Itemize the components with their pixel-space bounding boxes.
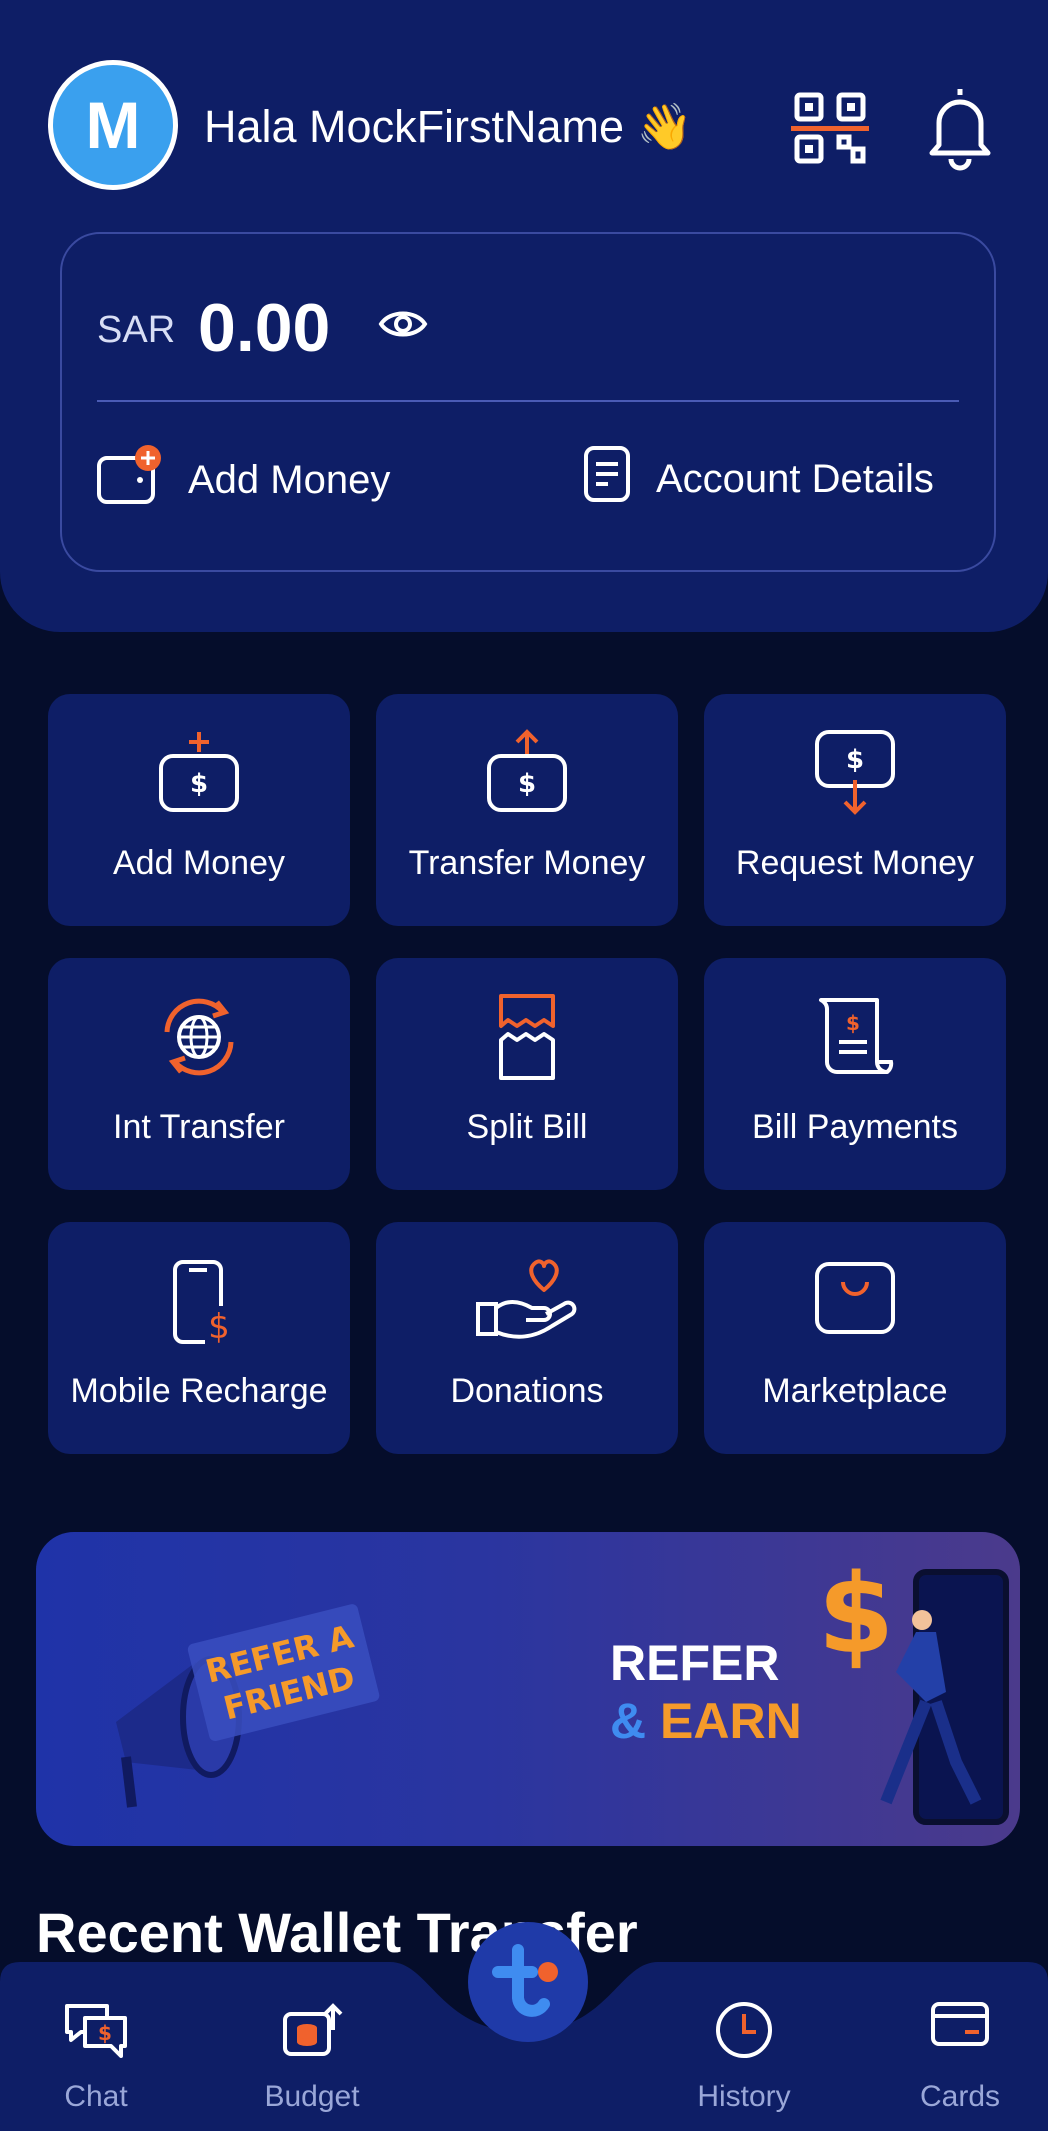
tile-label: Transfer Money bbox=[408, 844, 646, 882]
nav-label: Chat bbox=[64, 2080, 128, 2113]
svg-text:$: $ bbox=[846, 1011, 860, 1035]
bell-icon[interactable] bbox=[920, 82, 1000, 172]
tile-marketplace[interactable]: Marketplace bbox=[704, 1222, 1006, 1454]
card-divider bbox=[97, 400, 959, 402]
chat-icon: $ bbox=[16, 2000, 176, 2064]
tile-label: Add Money bbox=[113, 844, 285, 882]
megaphone-icon: REFER A FRIEND bbox=[116, 1604, 380, 1808]
tile-label: Mobile Recharge bbox=[70, 1372, 328, 1410]
tile-label: Int Transfer bbox=[113, 1108, 285, 1146]
svg-text:$: $ bbox=[518, 769, 536, 799]
tile-split-bill[interactable]: Split Bill bbox=[376, 958, 678, 1190]
phone-man-illustration: $ bbox=[818, 1552, 1009, 1825]
budget-icon bbox=[232, 2000, 392, 2060]
nav-item-history[interactable]: History bbox=[664, 1962, 824, 2131]
nav-label: Budget bbox=[264, 2080, 360, 2113]
document-icon bbox=[582, 444, 632, 514]
refer-earn-title: REFER & EARN bbox=[610, 1634, 802, 1750]
tile-transfer-money[interactable]: $ Transfer Money bbox=[376, 694, 678, 926]
nav-label: Cards bbox=[919, 2080, 1001, 2113]
refer-earn-banner[interactable]: REFER A FRIEND REFER & EARN $ bbox=[36, 1532, 1020, 1846]
svg-text:$: $ bbox=[190, 769, 208, 799]
eye-icon[interactable] bbox=[378, 306, 428, 347]
tile-label: Donations bbox=[450, 1372, 604, 1410]
mobile-recharge-icon: $ bbox=[48, 1256, 350, 1346]
shopping-bag-icon bbox=[704, 1256, 1006, 1346]
globe-transfer-icon bbox=[48, 992, 350, 1082]
qr-scan-icon[interactable] bbox=[790, 88, 870, 168]
tile-bill-payments[interactable]: $ Bill Payments bbox=[704, 958, 1006, 1190]
center-logo-button[interactable] bbox=[468, 1922, 588, 2042]
add-money-card-label: Add Money bbox=[188, 457, 391, 502]
tile-add-money[interactable]: $ Add Money bbox=[48, 694, 350, 926]
bill-scroll-icon: $ bbox=[704, 992, 1006, 1082]
refer-title-line1: REFER bbox=[610, 1635, 780, 1691]
tile-int-transfer[interactable]: Int Transfer bbox=[48, 958, 350, 1190]
account-details-button[interactable]: Account Details bbox=[582, 444, 934, 514]
nav-label: History bbox=[697, 2080, 791, 2113]
svg-text:$: $ bbox=[208, 1307, 230, 1346]
greeting-text: Hala MockFirstName 👋 bbox=[204, 101, 693, 152]
donation-hand-icon bbox=[376, 1256, 678, 1346]
tile-mobile-recharge[interactable]: $ Mobile Recharge bbox=[48, 1222, 350, 1454]
wallet-plus-icon bbox=[96, 444, 164, 516]
refer-title-earn: EARN bbox=[660, 1693, 802, 1749]
tile-label: Bill Payments bbox=[752, 1108, 958, 1146]
tile-label: Request Money bbox=[735, 844, 975, 882]
transfer-money-icon: $ bbox=[376, 728, 678, 818]
add-money-card-button[interactable]: Add Money bbox=[96, 444, 390, 516]
nav-item-budget[interactable]: Budget bbox=[232, 1962, 392, 2131]
app-logo-icon bbox=[492, 1944, 558, 2017]
clock-icon bbox=[664, 2000, 824, 2060]
account-details-label: Account Details bbox=[656, 456, 934, 501]
svg-text:$: $ bbox=[98, 2021, 112, 2045]
currency-label: SAR bbox=[97, 309, 176, 351]
nav-item-chat[interactable]: $ Chat bbox=[16, 1962, 176, 2131]
add-money-icon: $ bbox=[48, 728, 350, 818]
avatar[interactable]: M bbox=[48, 60, 178, 190]
balance-amount: 0.00 bbox=[198, 290, 331, 366]
tile-label: Marketplace bbox=[762, 1372, 948, 1410]
tile-request-money[interactable]: $ Request Money bbox=[704, 694, 1006, 926]
avatar-initial: M bbox=[85, 88, 141, 162]
refer-title-amp: & bbox=[610, 1693, 647, 1749]
svg-text:$: $ bbox=[818, 1552, 895, 1678]
card-icon bbox=[880, 2000, 1040, 2048]
tile-label: Split Bill bbox=[466, 1108, 588, 1146]
tile-donations[interactable]: Donations bbox=[376, 1222, 678, 1454]
split-bill-icon bbox=[376, 992, 678, 1082]
nav-item-cards[interactable]: Cards bbox=[880, 1962, 1040, 2131]
request-money-icon: $ bbox=[704, 728, 1006, 818]
svg-text:$: $ bbox=[846, 745, 864, 775]
balance-card: SAR 0.00 Add Money Account Details bbox=[60, 232, 996, 572]
